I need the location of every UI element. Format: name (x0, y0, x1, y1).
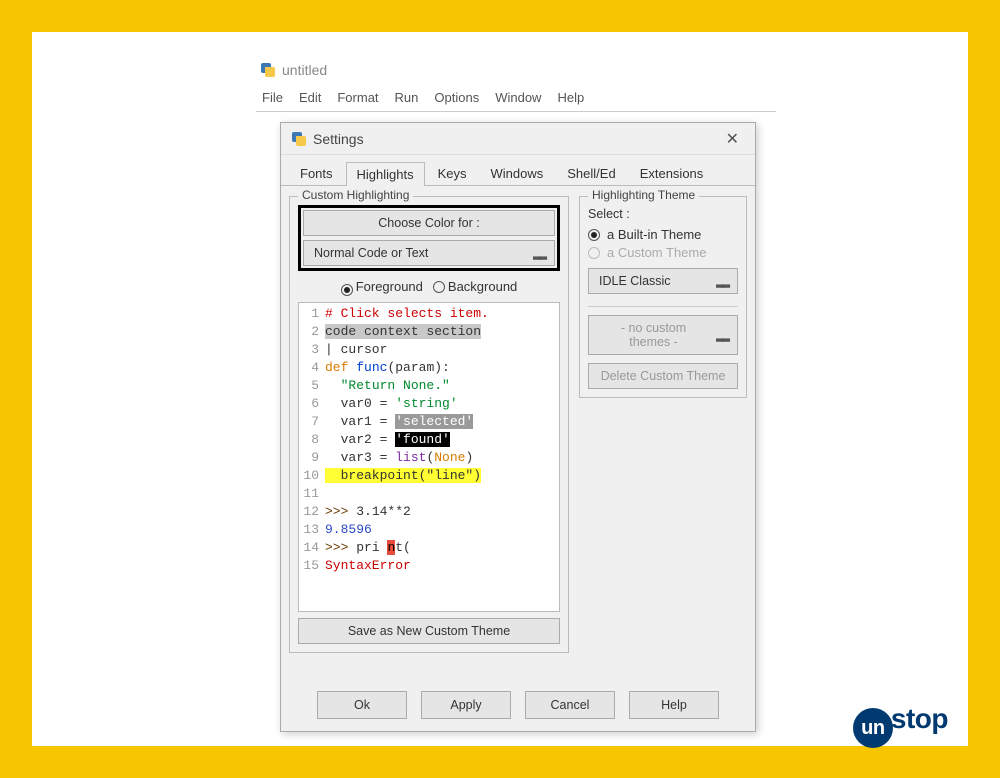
highlighting-theme-group: Highlighting Theme Select : a Built-in T… (579, 196, 747, 398)
code-line[interactable]: 11 (299, 485, 559, 503)
fg-bg-radio-group: Foreground Background (298, 271, 560, 302)
custom-theme-dropdown[interactable]: - no custom themes - ▂▂ (588, 315, 738, 355)
tab-fonts[interactable]: Fonts (289, 161, 344, 185)
dialog-title: Settings (313, 131, 364, 147)
editor-title-bar: untitled (260, 62, 327, 78)
background-radio[interactable]: Background (433, 279, 517, 296)
menu-format[interactable]: Format (331, 88, 384, 107)
tab-shelled[interactable]: Shell/Ed (556, 161, 626, 185)
tab-windows[interactable]: Windows (480, 161, 555, 185)
code-line[interactable]: 15SyntaxError (299, 557, 559, 575)
code-line[interactable]: 7 var1 = 'selected' (299, 413, 559, 431)
divider (588, 306, 738, 307)
dropdown-handle-icon: ▂▂ (533, 247, 544, 260)
menu-file[interactable]: File (256, 88, 289, 107)
builtin-theme-radio[interactable]: a Built-in Theme (588, 227, 738, 242)
element-dropdown[interactable]: Normal Code or Text ▂▂ (303, 240, 555, 266)
tab-keys[interactable]: Keys (427, 161, 478, 185)
menu-run[interactable]: Run (389, 88, 425, 107)
dialog-footer: Ok Apply Cancel Help (281, 687, 755, 723)
highlighting-theme-legend: Highlighting Theme (588, 188, 699, 202)
code-line[interactable]: 5 "Return None." (299, 377, 559, 395)
radio-dot-icon (341, 284, 353, 296)
code-line[interactable]: 12>>> 3.14**2 (299, 503, 559, 521)
code-line[interactable]: 4def func(param): (299, 359, 559, 377)
dialog-titlebar: Settings ✕ (281, 123, 755, 155)
code-line[interactable]: 1# Click selects item. (299, 305, 559, 323)
element-dropdown-label: Normal Code or Text (314, 246, 428, 260)
choose-color-box: Choose Color for : Normal Code or Text ▂… (298, 205, 560, 271)
custom-highlighting-legend: Custom Highlighting (298, 188, 413, 202)
apply-button[interactable]: Apply (421, 691, 511, 719)
menu-options[interactable]: Options (428, 88, 485, 107)
logo-text: stop (891, 703, 948, 734)
radio-dot-icon (588, 247, 600, 259)
custom-theme-radio[interactable]: a Custom Theme (588, 245, 738, 260)
delete-theme-button[interactable]: Delete Custom Theme (588, 363, 738, 389)
ok-button[interactable]: Ok (317, 691, 407, 719)
settings-dialog: Settings ✕ Fonts Highlights Keys Windows… (280, 122, 756, 732)
code-line[interactable]: 6 var0 = 'string' (299, 395, 559, 413)
cancel-button[interactable]: Cancel (525, 691, 615, 719)
code-line[interactable]: 14>>> pri nt( (299, 539, 559, 557)
logo-circle: un (853, 708, 893, 748)
page: untitled File Edit Format Run Options Wi… (32, 32, 968, 746)
menu-edit[interactable]: Edit (293, 88, 327, 107)
code-line[interactable]: 2code context section (299, 323, 559, 341)
editor-title: untitled (282, 62, 327, 78)
code-line[interactable]: 8 var2 = 'found' (299, 431, 559, 449)
tab-highlights[interactable]: Highlights (346, 162, 425, 186)
menubar: File Edit Format Run Options Window Help (256, 84, 776, 112)
code-line[interactable]: 10 breakpoint("line") (299, 467, 559, 485)
python-icon (260, 62, 276, 78)
help-button[interactable]: Help (629, 691, 719, 719)
python-icon (291, 131, 307, 147)
radio-dot-icon (433, 281, 445, 293)
code-line[interactable]: 3| cursor (299, 341, 559, 359)
choose-color-button[interactable]: Choose Color for : (303, 210, 555, 236)
builtin-theme-dropdown[interactable]: IDLE Classic ▂▂ (588, 268, 738, 294)
radio-dot-icon (588, 229, 600, 241)
menu-help[interactable]: Help (551, 88, 590, 107)
code-line[interactable]: 9 var3 = list(None) (299, 449, 559, 467)
dropdown-handle-icon: ▂▂ (716, 329, 727, 342)
code-line[interactable]: 139.8596 (299, 521, 559, 539)
unstop-logo: unstop (853, 703, 948, 749)
close-icon[interactable]: ✕ (720, 129, 745, 149)
dropdown-handle-icon: ▂▂ (716, 275, 727, 288)
select-label: Select : (588, 207, 738, 221)
save-theme-button[interactable]: Save as New Custom Theme (298, 618, 560, 644)
tab-extensions[interactable]: Extensions (629, 161, 715, 185)
code-preview[interactable]: 1# Click selects item.2code context sect… (298, 302, 560, 612)
foreground-radio[interactable]: Foreground (341, 279, 423, 296)
menu-window[interactable]: Window (489, 88, 547, 107)
custom-highlighting-group: Custom Highlighting Choose Color for : N… (289, 196, 569, 653)
tabs: Fonts Highlights Keys Windows Shell/Ed E… (281, 155, 755, 186)
